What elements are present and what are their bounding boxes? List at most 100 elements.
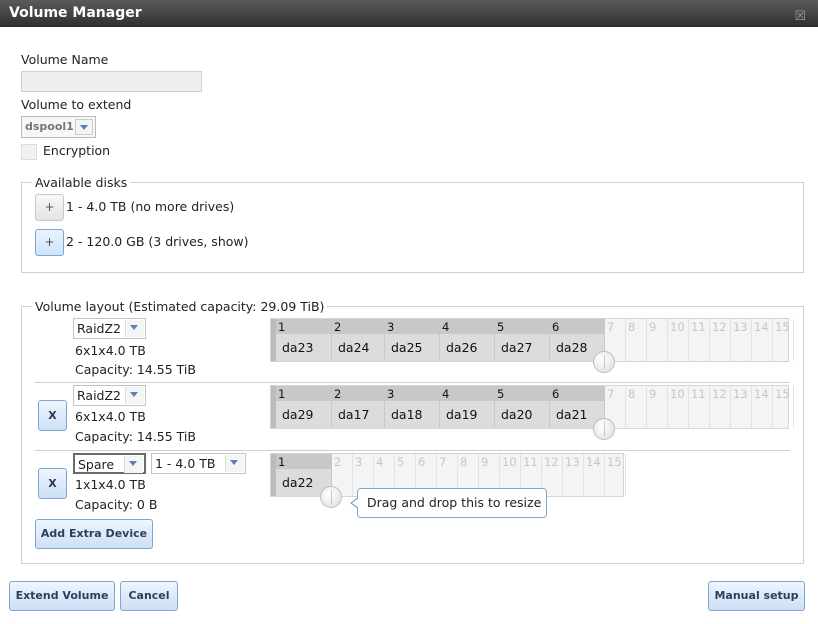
vdev-disk-info: 1x1x4.0 TB: [75, 477, 146, 492]
disk-slot-empty: 14: [752, 386, 773, 428]
disk-slot-number: 15: [775, 320, 790, 334]
disk-slot-number: 13: [733, 387, 748, 401]
resize-handle-icon[interactable]: [593, 418, 615, 440]
disk-name: da18: [391, 407, 423, 422]
disk-slot-number: 1: [278, 320, 286, 334]
disk-slot-number: 2: [334, 387, 342, 401]
disk-slot-number: 14: [586, 455, 601, 469]
disk-slot-number: 6: [552, 320, 560, 334]
disk-size-select[interactable]: 1 - 4.0 TB: [151, 453, 246, 474]
disk-slot-empty: 14: [584, 454, 605, 496]
disk-slot-empty: 9: [647, 386, 668, 428]
window-titlebar: Volume Manager ☒: [0, 0, 818, 27]
disk-slot-number: 3: [387, 387, 395, 401]
disk-slot-number: 10: [502, 455, 517, 469]
close-icon[interactable]: ☒: [794, 4, 806, 30]
disk-slot-number: 12: [544, 455, 559, 469]
vdev-type-select-3[interactable]: Spare: [73, 453, 146, 474]
disk-slot-empty: 11: [689, 386, 710, 428]
disk-slot-empty: 12: [710, 386, 731, 428]
disk-group-2-label[interactable]: 2 - 120.0 GB (3 drives, show): [66, 234, 248, 249]
volume-to-extend-value: dspool1: [25, 120, 74, 133]
vdev-type-value: Spare: [78, 457, 115, 472]
disk-slot-filled: 5 da20: [495, 386, 550, 428]
disk-slot-empty: 9: [647, 319, 668, 361]
disk-slot-filled: 1 da23: [276, 319, 332, 361]
volume-name-label: Volume Name: [21, 52, 109, 67]
disk-slot-number: 3: [355, 455, 363, 469]
disk-slot-number: 9: [649, 387, 657, 401]
add-disk-group-2-button[interactable]: +: [35, 229, 64, 256]
disk-slot-number: 5: [497, 387, 505, 401]
disk-name: da21: [556, 407, 588, 422]
disk-slot-filled: 5 da27: [495, 319, 550, 361]
volume-to-extend-select[interactable]: dspool1: [21, 116, 96, 138]
disk-slot-number: 6: [552, 387, 560, 401]
disk-slot-number: 14: [754, 387, 769, 401]
row-divider: [35, 450, 790, 451]
disk-grid-1[interactable]: 1 da23 2 da24 3 da25 4 da26 5 da27 6 da28 7 8 9 10 11 12 1…: [270, 318, 794, 362]
chevron-down-icon[interactable]: [75, 119, 93, 135]
disk-slot-empty: 15: [773, 319, 794, 361]
disk-slot-filled: 2 da24: [332, 319, 385, 361]
disk-slot-number: 6: [418, 455, 426, 469]
disk-slot-number: 15: [607, 455, 622, 469]
resize-handle-icon[interactable]: [593, 351, 615, 373]
encryption-checkbox[interactable]: [21, 144, 37, 160]
disk-slot-number: 12: [712, 387, 727, 401]
disk-slot-filled: 3 da25: [385, 319, 440, 361]
cancel-button[interactable]: Cancel: [120, 581, 178, 611]
disk-slot-number: 13: [733, 320, 748, 334]
available-disks-panel: Available disks: [21, 175, 804, 273]
disk-name: da27: [501, 340, 533, 355]
disk-slot-number: 1: [278, 387, 286, 401]
available-disks-legend: Available disks: [35, 175, 128, 190]
disk-slot-empty: 8: [626, 319, 647, 361]
vdev-disk-info: 6x1x4.0 TB: [75, 343, 146, 358]
disk-name: da24: [338, 340, 370, 355]
disk-slot-number: 11: [691, 387, 706, 401]
extend-volume-button[interactable]: Extend Volume: [9, 581, 115, 611]
disk-slot-empty: 13: [731, 386, 752, 428]
vdev-type-select-1[interactable]: RaidZ2: [73, 318, 146, 339]
disk-slot-number: 9: [481, 455, 489, 469]
encryption-label: Encryption: [43, 143, 111, 158]
disk-grid-2[interactable]: 1 da29 2 da17 3 da18 4 da19 5 da20 6 da21 7 8 9 10 11 12 1…: [270, 385, 794, 429]
chevron-down-icon[interactable]: [225, 455, 244, 472]
disk-slot-number: 8: [628, 320, 636, 334]
volume-name-input[interactable]: [21, 71, 202, 92]
vdev-disk-info: 6x1x4.0 TB: [75, 409, 146, 424]
remove-vdev-button[interactable]: X: [38, 400, 67, 431]
row-divider: [35, 382, 790, 383]
vdev-type-value: RaidZ2: [77, 388, 121, 403]
disk-slot-number: 4: [442, 320, 450, 334]
chevron-down-icon[interactable]: [125, 320, 144, 337]
volume-layout-legend: Volume layout (Estimated capacity: 29.09…: [35, 299, 325, 314]
resize-handle-icon[interactable]: [320, 486, 342, 508]
disk-slot-number: 7: [607, 320, 615, 334]
remove-vdev-button[interactable]: X: [38, 468, 67, 499]
disk-size-value: 1 - 4.0 TB: [155, 456, 216, 471]
disk-name: da25: [391, 340, 423, 355]
vdev-capacity: Capacity: 0 B: [75, 497, 158, 512]
vdev-capacity: Capacity: 14.55 TiB: [75, 429, 196, 444]
add-extra-device-button[interactable]: Add Extra Device: [35, 519, 153, 549]
chevron-down-icon[interactable]: [124, 456, 143, 473]
disk-slot-number: 4: [442, 387, 450, 401]
disk-name: da28: [556, 340, 588, 355]
disk-slot-number: 10: [670, 320, 685, 334]
disk-slot-empty: 10: [668, 319, 689, 361]
chevron-down-icon[interactable]: [125, 387, 144, 404]
disk-slot-empty: 15: [773, 386, 794, 428]
vdev-type-select-2[interactable]: RaidZ2: [73, 385, 146, 406]
add-disk-group-1-button[interactable]: +: [35, 194, 64, 221]
disk-slot-empty: 12: [710, 319, 731, 361]
volume-to-extend-label: Volume to extend: [21, 97, 132, 112]
disk-name: da29: [282, 407, 314, 422]
disk-slot-empty: 13: [563, 454, 584, 496]
disk-slot-number: 4: [376, 455, 384, 469]
manual-setup-button[interactable]: Manual setup: [708, 581, 805, 611]
disk-slot-filled: 4 da19: [440, 386, 495, 428]
disk-slot-number: 8: [460, 455, 468, 469]
disk-slot-empty: 11: [689, 319, 710, 361]
